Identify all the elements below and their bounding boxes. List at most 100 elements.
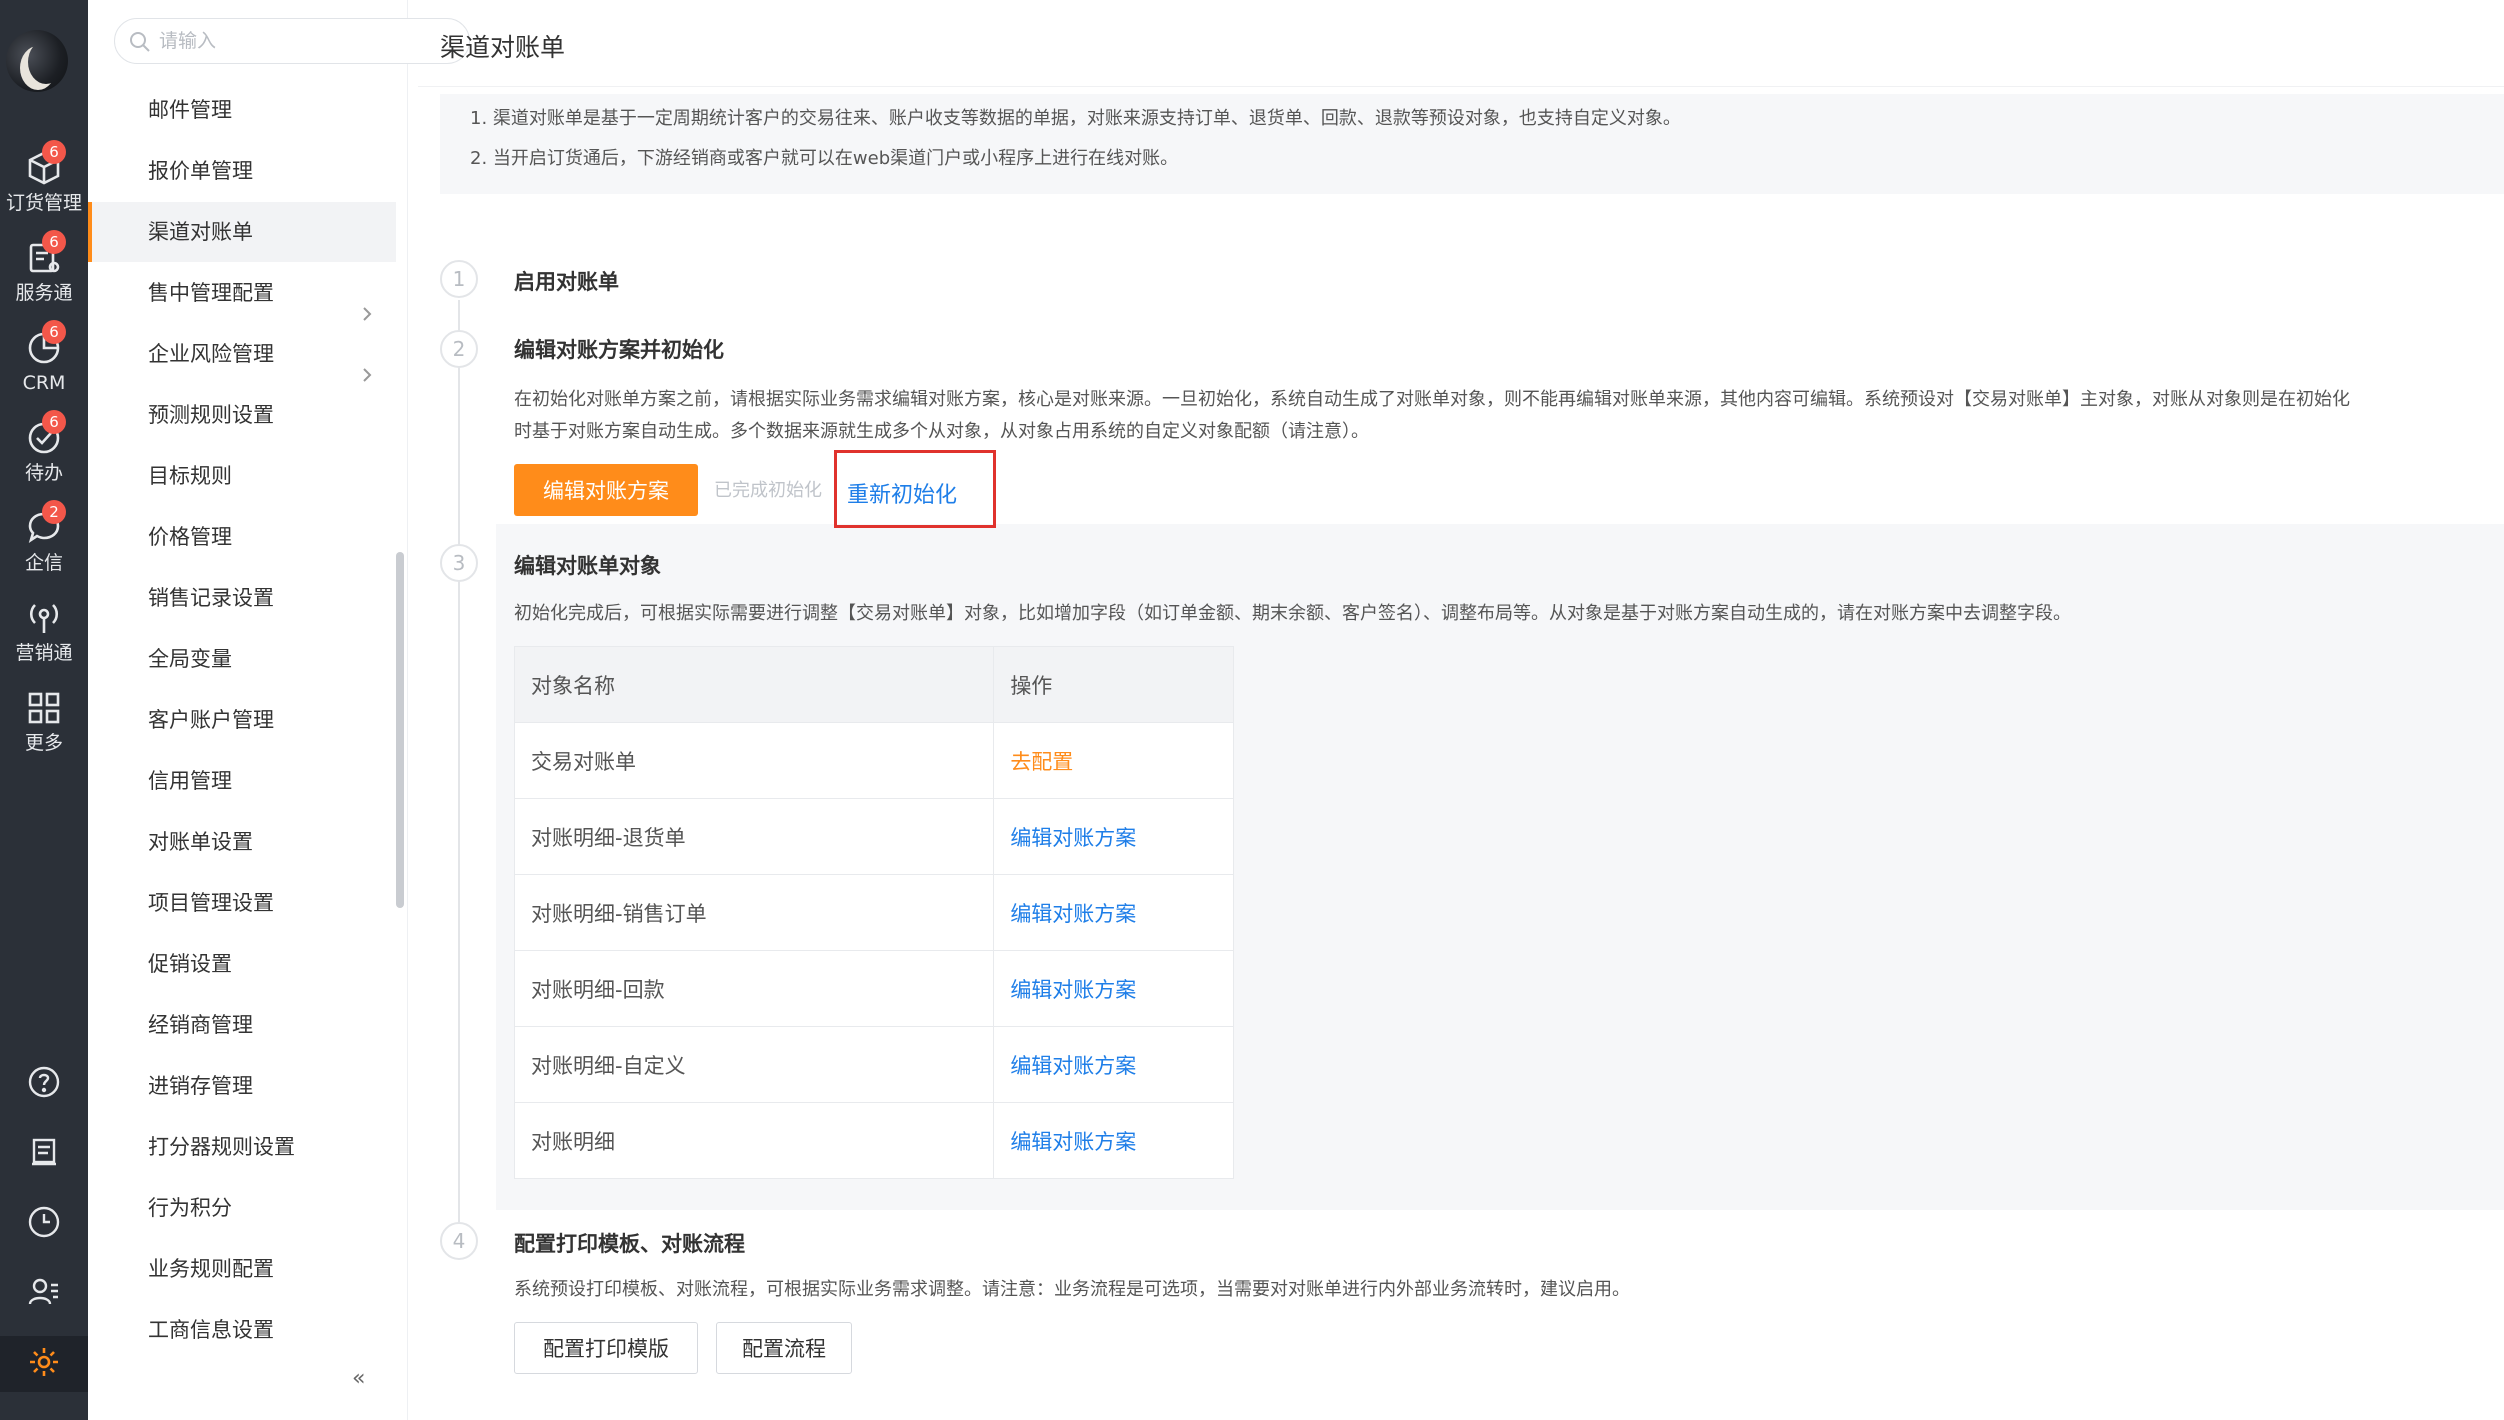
main-content: 渠道对账单 1. 渠道对账单是基于一定周期统计客户的交易往来、账户收支等数据的单… bbox=[418, 0, 2504, 1420]
step-title-2: 编辑对账方案并初始化 bbox=[514, 338, 724, 362]
rail-item-service[interactable]: 6 服务通 bbox=[0, 230, 88, 320]
action-cell: 编辑对账方案 bbox=[993, 798, 1234, 875]
badge: 6 bbox=[42, 230, 66, 254]
contacts-icon bbox=[27, 1275, 61, 1313]
rail-label: 更多 bbox=[24, 732, 63, 754]
broadcast-icon bbox=[0, 600, 88, 636]
menu-item-project[interactable]: 项目管理设置 bbox=[88, 873, 396, 933]
menu-item-business-info[interactable]: 工商信息设置 bbox=[88, 1300, 396, 1360]
rail-label: 待办 bbox=[24, 462, 63, 484]
edit-plan-link[interactable]: 编辑对账方案 bbox=[1010, 1130, 1136, 1154]
menu-item-channel-statement[interactable]: 渠道对账单 bbox=[88, 202, 396, 262]
configure-link[interactable]: 去配置 bbox=[1010, 750, 1073, 774]
print-template-button[interactable]: 配置打印模版 bbox=[514, 1322, 698, 1374]
step-3-desc: 初始化完成后，可根据实际需要进行调整【交易对账单】对象，比如增加字段（如订单金额… bbox=[514, 603, 2071, 624]
rail-label: 订货管理 bbox=[5, 192, 82, 214]
settings-button[interactable] bbox=[0, 1336, 88, 1392]
divider bbox=[418, 86, 2504, 87]
history-button[interactable] bbox=[0, 1196, 88, 1252]
menu-item-dealer[interactable]: 经销商管理 bbox=[88, 995, 396, 1055]
clock-icon bbox=[27, 1205, 61, 1243]
table-row: 对账明细 编辑对账方案 bbox=[513, 1102, 1234, 1179]
edit-plan-link[interactable]: 编辑对账方案 bbox=[1010, 978, 1136, 1002]
menu-item-promotion[interactable]: 促销设置 bbox=[88, 934, 396, 994]
menu-item-in-sale-config[interactable]: 售中管理配置 bbox=[88, 263, 396, 323]
rail-item-marketing[interactable]: 营销通 bbox=[0, 600, 88, 680]
settings-menu: 邮件管理 报价单管理 渠道对账单 售中管理配置 企业风险管理 预测规则设置 目标… bbox=[88, 0, 470, 1420]
timeline-line bbox=[458, 300, 460, 1222]
menu-item-credit[interactable]: 信用管理 bbox=[88, 751, 396, 811]
menu-item-goal[interactable]: 目标规则 bbox=[88, 446, 396, 506]
badge: 2 bbox=[42, 500, 66, 524]
action-cell: 去配置 bbox=[993, 722, 1234, 799]
rail-item-todo[interactable]: 6 待办 bbox=[0, 410, 88, 500]
badge: 6 bbox=[42, 410, 66, 434]
menu-item-global-var[interactable]: 全局变量 bbox=[88, 629, 396, 689]
menu-item-customer-account[interactable]: 客户账户管理 bbox=[88, 690, 396, 750]
menu-item-scorer[interactable]: 打分器规则设置 bbox=[88, 1117, 396, 1177]
menu-item-statement-settings[interactable]: 对账单设置 bbox=[88, 812, 396, 872]
menu-item-behavior-points[interactable]: 行为积分 bbox=[88, 1178, 396, 1238]
table-row: 对账明细-退货单 编辑对账方案 bbox=[513, 798, 1234, 875]
help-button[interactable] bbox=[0, 1056, 88, 1112]
table-header-row: 对象名称 操作 bbox=[513, 646, 1234, 723]
rail-item-more[interactable]: 更多 bbox=[0, 690, 88, 770]
page-title: 渠道对账单 bbox=[440, 33, 566, 62]
menu-item-price[interactable]: 价格管理 bbox=[88, 507, 396, 567]
rail-item-im[interactable]: 2 企信 bbox=[0, 500, 88, 590]
step-title-4: 配置打印模板、对账流程 bbox=[514, 1232, 745, 1256]
menu-item-inventory[interactable]: 进销存管理 bbox=[88, 1056, 396, 1116]
notice-line-1: 1. 渠道对账单是基于一定周期统计客户的交易往来、账户收支等数据的单据，对账来源… bbox=[470, 108, 1681, 129]
settings-icon bbox=[27, 1345, 61, 1383]
object-name-cell: 对账明细 bbox=[513, 1102, 995, 1179]
step-number-4: 4 bbox=[440, 1222, 478, 1260]
edit-plan-link[interactable]: 编辑对账方案 bbox=[1010, 1054, 1136, 1078]
menu-item-label: 企业风险管理 bbox=[148, 342, 274, 366]
edit-plan-link[interactable]: 编辑对账方案 bbox=[1010, 826, 1136, 850]
object-name-cell: 对账明细-自定义 bbox=[513, 1026, 995, 1103]
object-name-cell: 对账明细-回款 bbox=[513, 950, 995, 1027]
table-row: 对账明细-销售订单 编辑对账方案 bbox=[513, 874, 1234, 951]
menu-search[interactable] bbox=[114, 18, 470, 64]
notes-icon bbox=[27, 1135, 61, 1173]
table-row: 对账明细-自定义 编辑对账方案 bbox=[513, 1026, 1234, 1103]
search-input[interactable] bbox=[159, 25, 459, 57]
rail-label: 营销通 bbox=[15, 642, 73, 664]
column-header-name: 对象名称 bbox=[513, 646, 995, 723]
action-cell: 编辑对账方案 bbox=[993, 1026, 1234, 1103]
badge: 6 bbox=[42, 140, 66, 164]
edit-plan-link[interactable]: 编辑对账方案 bbox=[1010, 902, 1136, 926]
contacts-button[interactable] bbox=[0, 1266, 88, 1322]
step-number-2: 2 bbox=[440, 330, 478, 368]
table-row: 对账明细-回款 编辑对账方案 bbox=[513, 950, 1234, 1027]
action-cell: 编辑对账方案 bbox=[993, 950, 1234, 1027]
menu-item-forecast[interactable]: 预测规则设置 bbox=[88, 385, 396, 445]
collapse-menu-button[interactable]: « bbox=[352, 1366, 365, 1391]
menu-item-risk[interactable]: 企业风险管理 bbox=[88, 324, 396, 384]
object-table: 对象名称 操作 交易对账单 去配置 对账明细-退货单 编辑对账方案 对账明细-销… bbox=[513, 646, 1234, 1179]
menu-scrollbar[interactable] bbox=[396, 552, 404, 908]
rail-item-order[interactable]: 6 订货管理 bbox=[0, 140, 88, 230]
menu-item-business-rules[interactable]: 业务规则配置 bbox=[88, 1239, 396, 1299]
avatar[interactable] bbox=[6, 30, 68, 92]
step-number-3: 3 bbox=[440, 544, 478, 582]
reinit-highlight-box: 重新初始化 bbox=[834, 450, 996, 528]
badge: 6 bbox=[42, 320, 66, 344]
init-status: 已完成初始化 bbox=[714, 480, 822, 501]
object-name-cell: 交易对账单 bbox=[513, 722, 995, 799]
configure-flow-button[interactable]: 配置流程 bbox=[716, 1322, 852, 1374]
step-2-desc-line-2: 时基于对账方案自动生成。多个数据来源就生成多个从对象，从对象占用系统的自定义对象… bbox=[514, 421, 1369, 442]
rail-label: 企信 bbox=[24, 552, 63, 574]
notice-line-2: 2. 当开启订货通后，下游经销商或客户就可以在web渠道门户或小程序上进行在线对… bbox=[470, 148, 1179, 169]
step-2-desc-line-1: 在初始化对账单方案之前，请根据实际业务需求编辑对账方案，核心是对账来源。一旦初始… bbox=[514, 389, 2350, 410]
rail-label: 服务通 bbox=[15, 282, 73, 304]
notes-button[interactable] bbox=[0, 1126, 88, 1182]
step-number-1: 1 bbox=[440, 260, 478, 298]
menu-item-sales-record[interactable]: 销售记录设置 bbox=[88, 568, 396, 628]
edit-plan-button[interactable]: 编辑对账方案 bbox=[514, 464, 698, 516]
app-root: 6 订货管理 6 服务通 6 CRM 6 待办 2 企信 营销通 更多 请输入 … bbox=[0, 0, 2504, 1420]
rail-item-crm[interactable]: 6 CRM bbox=[0, 320, 88, 410]
reinitialize-link[interactable]: 重新初始化 bbox=[847, 477, 957, 509]
menu-item-email[interactable]: 邮件管理 bbox=[88, 80, 396, 140]
menu-item-quote[interactable]: 报价单管理 bbox=[88, 141, 396, 201]
